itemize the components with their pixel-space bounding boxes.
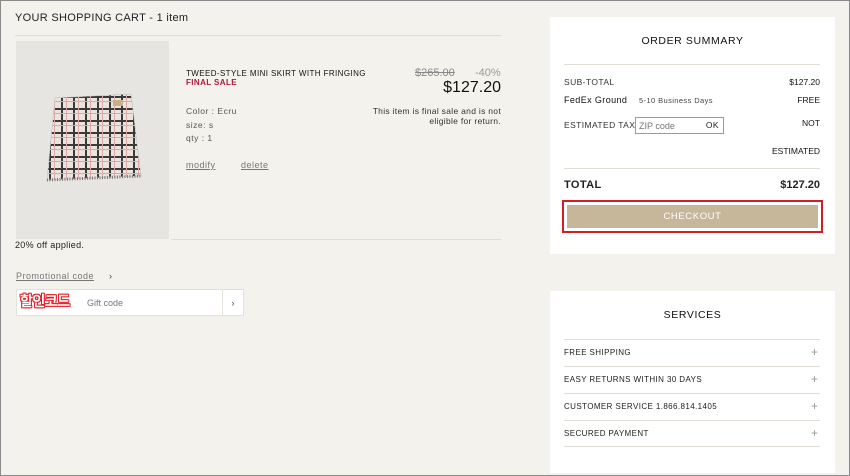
- tax-value-line1: NOT: [802, 118, 820, 128]
- service-item-secured-payment[interactable]: SECURED PAYMENT: [564, 429, 649, 438]
- cart-title: YOUR SHOPPING CART - 1 item: [15, 12, 189, 24]
- promo-code-overlay-label: 할인코드: [20, 293, 70, 309]
- product-name[interactable]: TWEED-STYLE MINI SKIRT WITH FRINGING: [186, 69, 366, 78]
- final-sale-note: This item is final sale and is not eligi…: [372, 106, 501, 126]
- divider: [564, 64, 820, 65]
- service-item-customer-service[interactable]: CUSTOMER SERVICE 1.866.814.1405: [564, 402, 717, 411]
- checkout-highlight: CHECKOUT: [562, 200, 823, 233]
- discount-applied-text: 20% off applied.: [15, 240, 85, 250]
- promo-code-link[interactable]: Promotional code: [16, 271, 94, 281]
- zip-code-field: OK: [635, 117, 724, 134]
- modify-link[interactable]: modify: [186, 160, 216, 170]
- final-sale-label: FINAL SALE: [186, 78, 237, 87]
- services-title: SERVICES: [663, 309, 722, 321]
- product-size: size: s: [186, 120, 214, 130]
- skirt-image: [46, 93, 141, 182]
- divider: [564, 420, 820, 421]
- discount-percent: -40%: [475, 67, 501, 79]
- subtotal-value: $127.20: [789, 77, 820, 87]
- divider: [171, 239, 501, 240]
- divider: [15, 35, 501, 36]
- shipping-value: FREE: [797, 95, 820, 105]
- subtotal-label: SUB-TOTAL: [564, 77, 615, 87]
- divider: [564, 339, 820, 340]
- plus-icon[interactable]: +: [811, 373, 818, 385]
- zip-code-input[interactable]: [636, 118, 698, 133]
- shipping-method: FedEx Ground: [564, 95, 628, 105]
- total-label: TOTAL: [564, 179, 602, 191]
- divider: [564, 366, 820, 367]
- tax-value-line2: ESTIMATED: [771, 146, 820, 156]
- chevron-right-icon[interactable]: ›: [109, 271, 112, 281]
- sale-price: $127.20: [443, 79, 501, 96]
- service-item-free-shipping[interactable]: FREE SHIPPING: [564, 348, 631, 357]
- divider: [564, 393, 820, 394]
- service-item-easy-returns[interactable]: EASY RETURNS WITHIN 30 DAYS: [564, 375, 702, 384]
- product-color: Color : Ecru: [186, 106, 237, 116]
- checkout-button[interactable]: CHECKOUT: [567, 205, 818, 228]
- plus-icon[interactable]: +: [811, 400, 818, 412]
- estimated-tax-label: ESTIMATED TAX: [564, 120, 636, 130]
- delete-link[interactable]: delete: [241, 160, 269, 170]
- divider: [564, 168, 820, 169]
- product-qty: qty : 1: [186, 133, 213, 143]
- original-price: $265.00: [415, 67, 455, 79]
- plus-icon[interactable]: +: [811, 427, 818, 439]
- divider: [564, 446, 820, 447]
- plus-icon[interactable]: +: [811, 346, 818, 358]
- total-value: $127.20: [780, 179, 820, 191]
- shipping-days: 5-10 Business Days: [639, 96, 713, 105]
- order-summary-title: ORDER SUMMARY: [641, 35, 744, 47]
- zip-ok-button[interactable]: OK: [706, 120, 719, 130]
- product-image[interactable]: [16, 41, 169, 239]
- promo-submit-button[interactable]: ›: [222, 290, 243, 315]
